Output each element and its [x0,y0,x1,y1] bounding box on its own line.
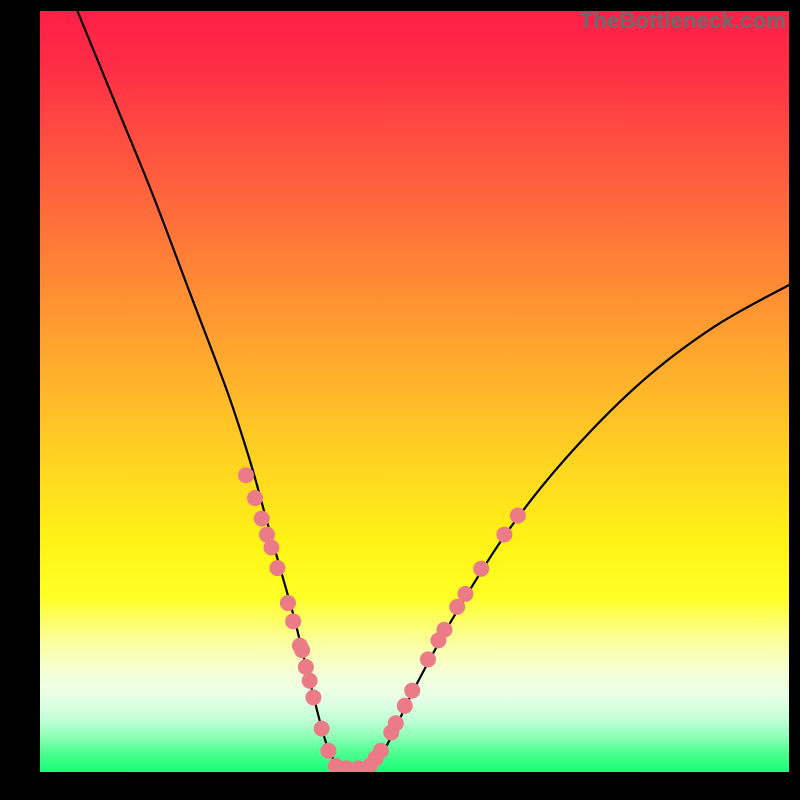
data-marker [397,698,413,714]
data-marker [269,560,285,576]
data-marker [298,659,314,675]
data-marker [238,467,254,483]
data-marker [294,642,310,658]
data-marker [263,540,279,556]
chart-svg [40,11,789,772]
data-marker [247,490,263,506]
data-marker [302,673,318,689]
chart-root: TheBottleneck.com [0,0,800,800]
data-marker [420,651,436,667]
data-marker [314,721,330,737]
data-marker [457,586,473,602]
data-marker [285,613,301,629]
plot-area [40,11,789,772]
data-marker [496,527,512,543]
data-marker [254,511,270,527]
data-marker [280,595,296,611]
data-marker [436,622,452,638]
data-marker [305,689,321,705]
data-marker [373,743,389,759]
watermark-text: TheBottleneck.com [580,8,786,34]
data-marker [473,561,489,577]
data-marker [388,715,404,731]
data-marker [510,508,526,524]
data-marker [320,743,336,759]
marker-group [238,467,526,772]
data-marker [404,683,420,699]
